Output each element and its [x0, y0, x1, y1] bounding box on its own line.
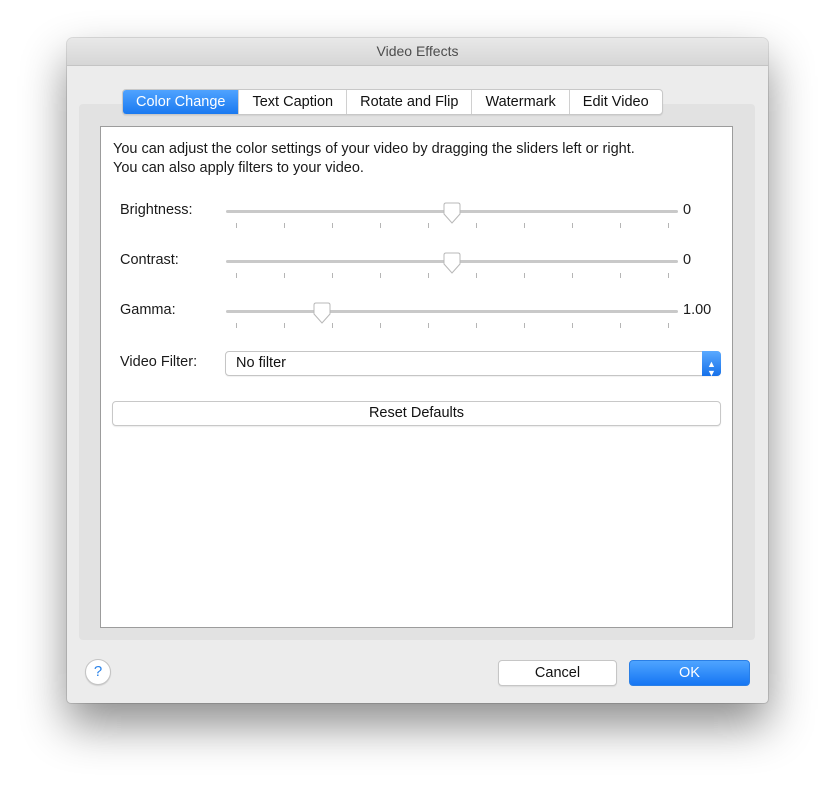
slider-tick [284, 323, 285, 328]
slider-tick [524, 273, 525, 278]
help-icon[interactable]: ? [85, 659, 111, 685]
tab-bar: Color Change Text Caption Rotate and Fli… [122, 89, 663, 115]
video-filter-select[interactable]: No filter ▲ ▼ [225, 351, 721, 378]
slider-tick [524, 323, 525, 328]
brightness-value: 0 [683, 202, 692, 218]
description-line-1: You can adjust the color settings of you… [113, 141, 635, 157]
description-line-2: You can also apply filters to your video… [113, 160, 364, 176]
chevron-up-down-icon: ▲ ▼ [702, 351, 721, 378]
slider-tick [428, 223, 429, 228]
contrast-label: Contrast: [120, 252, 179, 268]
description: You can adjust the color settings of you… [113, 140, 635, 178]
slider-thumb[interactable] [442, 252, 462, 274]
video-filter-value: No filter [236, 355, 286, 371]
slider-tick [620, 273, 621, 278]
video-effects-dialog: Video Effects Color Change Text Caption … [67, 38, 768, 703]
slider-tick [476, 273, 477, 278]
slider-tick [620, 223, 621, 228]
slider-tick [332, 223, 333, 228]
slider-tick [620, 323, 621, 328]
slider-tick [668, 223, 669, 228]
slider-tick [380, 323, 381, 328]
tab-watermark[interactable]: Watermark [471, 90, 568, 114]
slider-tick [572, 223, 573, 228]
tab-text-caption[interactable]: Text Caption [238, 90, 346, 114]
slider-tick [668, 323, 669, 328]
slider-tick [428, 273, 429, 278]
slider-tick [284, 273, 285, 278]
contrast-value: 0 [683, 252, 692, 268]
window-title: Video Effects [67, 38, 768, 66]
slider-tick [236, 323, 237, 328]
brightness-label: Brightness: [120, 202, 193, 218]
slider-tick [236, 223, 237, 228]
slider-tick [524, 223, 525, 228]
ok-button[interactable]: OK [629, 660, 750, 686]
color-change-panel: You can adjust the color settings of you… [100, 126, 733, 628]
reset-defaults-button[interactable]: Reset Defaults [112, 401, 721, 426]
video-filter-label: Video Filter: [120, 354, 198, 370]
slider-tick [476, 223, 477, 228]
slider-tick [380, 223, 381, 228]
gamma-value: 1.00 [683, 302, 712, 318]
slider-tick [428, 323, 429, 328]
cancel-button[interactable]: Cancel [498, 660, 617, 686]
tab-color-change[interactable]: Color Change [123, 90, 239, 114]
slider-track [226, 310, 678, 313]
slider-tick [332, 273, 333, 278]
slider-thumb[interactable] [312, 302, 332, 324]
slider-tick [572, 323, 573, 328]
slider-tick [284, 223, 285, 228]
tab-edit-video[interactable]: Edit Video [568, 90, 662, 114]
slider-tick [668, 273, 669, 278]
contrast-slider[interactable] [226, 252, 678, 285]
gamma-label: Gamma: [120, 302, 176, 318]
slider-tick [572, 273, 573, 278]
tab-rotate-and-flip[interactable]: Rotate and Flip [346, 90, 471, 114]
brightness-slider[interactable] [226, 202, 678, 235]
slider-tick [476, 323, 477, 328]
gamma-slider[interactable] [226, 302, 678, 335]
slider-tick [236, 273, 237, 278]
slider-tick [380, 273, 381, 278]
slider-thumb[interactable] [442, 202, 462, 224]
